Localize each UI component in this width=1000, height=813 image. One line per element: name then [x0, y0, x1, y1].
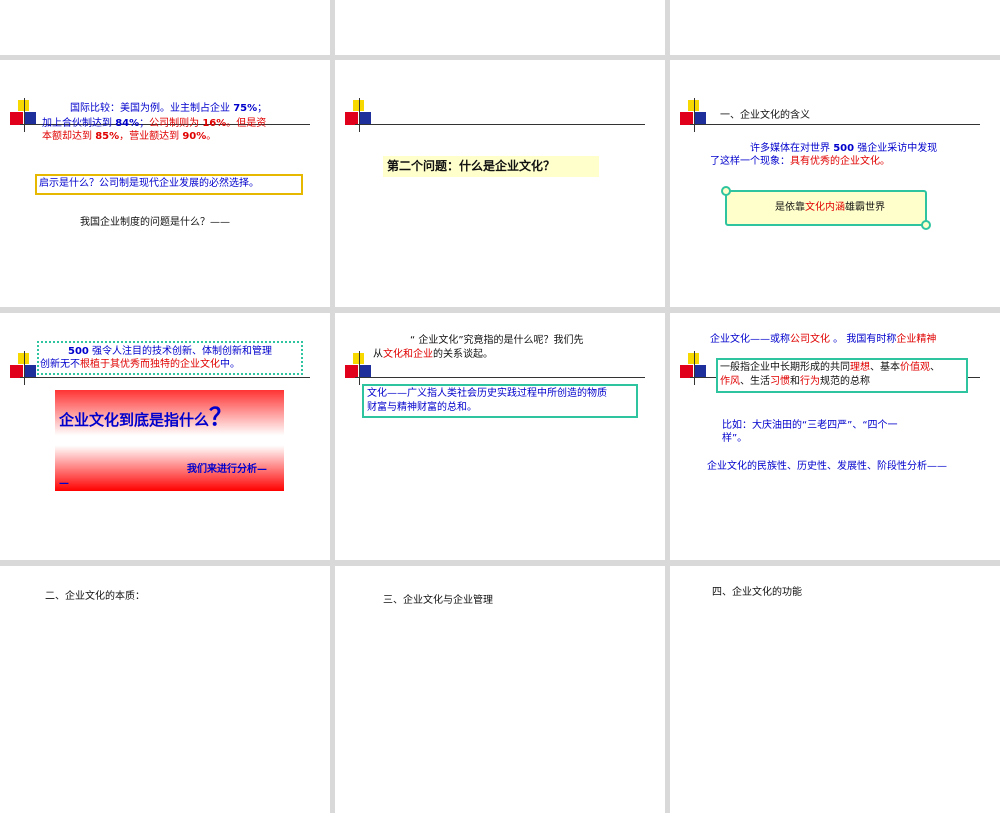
text: 是依靠 — [775, 202, 805, 213]
text: 许多媒体在对世界 — [750, 143, 834, 154]
definition-box: 文化——广义指人类社会历史实践过程中所创造的物质 财富与精神财富的总和。 — [362, 384, 638, 418]
slide-title: 第二个问题：什么是企业文化？ — [387, 159, 556, 173]
slide-title: 二、企业文化的本质： — [45, 591, 145, 602]
question-mark: ？ — [209, 403, 234, 431]
text: 行为 — [800, 376, 820, 387]
text: 规范的总称 — [820, 376, 870, 387]
percent: 16% — [202, 118, 227, 129]
slide-title: 三、企业文化与企业管理 — [383, 595, 493, 606]
text: 企业文化到底是指什么 — [59, 411, 210, 429]
text: ； — [139, 118, 150, 129]
text: 、基本 — [870, 362, 900, 373]
percent: 90% — [182, 131, 207, 142]
text: 。 — [206, 131, 217, 142]
text: 习惯 — [770, 376, 790, 387]
percent: 75% — [233, 103, 258, 114]
percent: 84% — [115, 118, 140, 129]
definition-line-2: 作风、生活习惯和行为规范的总称 — [720, 375, 870, 389]
slide-2[interactable] — [335, 0, 665, 55]
text: 本额却达到 — [42, 131, 96, 142]
text: ； — [257, 103, 268, 114]
example-line-1: 比如：大庆油田的“三老四严”、“四个一 — [722, 420, 898, 431]
divider — [355, 377, 645, 378]
text: 具有优秀的企业文化。 — [790, 156, 890, 167]
slide-1[interactable] — [0, 0, 330, 55]
number: 500 — [68, 346, 89, 357]
text: 企业精神 — [896, 334, 937, 345]
text: 作风 — [720, 376, 740, 387]
text: 理想 — [850, 362, 870, 373]
comparison-line-1: 国际比较：美国为例。业主制占企业 75%； — [70, 102, 267, 116]
text: 中。 — [220, 359, 240, 370]
definition-box: 一般指企业中长期形成的共同理想、基本价值观、 作风、生活习惯和行为规范的总称 — [716, 358, 968, 393]
slide-8[interactable]: “ 企业文化”究竟指的是什么呢？我们先 从文化和企业的关系谈起。 文化——广义指… — [335, 313, 665, 560]
text: 价值观 — [900, 362, 930, 373]
media-line-2: 了这样一个现象：具有优秀的企业文化。 — [710, 155, 890, 169]
text: 强令人注目的技术创新、体制创新和管理 — [88, 346, 273, 357]
slide-9[interactable]: 企业文化——或称公司文化 。 我国有时称企业精神 一般指企业中长期形成的共同理想… — [670, 313, 1000, 560]
analysis-text: 我们来进行分析— — [187, 464, 267, 475]
big-question: 企业文化到底是指什么？ — [59, 405, 233, 429]
slide-4[interactable]: 国际比较：美国为例。业主制占企业 75%； 加上合伙制达到 84%；公司制则为 … — [0, 60, 330, 307]
definition-line-1: 一般指企业中长期形成的共同理想、基本价值观、 — [720, 361, 940, 375]
text: 企业文化——或称 — [710, 334, 790, 345]
definition-line-1: 文化——广义指人类社会历史实践过程中所创造的物质 — [367, 388, 607, 399]
text: 根植于其优秀而独特的企业文化 — [80, 359, 220, 370]
slide-12[interactable]: 四、企业文化的功能 — [670, 566, 1000, 813]
question-text: 我国企业制度的问题是什么？—— — [80, 217, 230, 228]
scroll-banner: 是依靠文化内涵雄霸世界 — [721, 186, 931, 230]
text: 、生活 — [740, 376, 770, 387]
innovation-line-1: 500 强令人注目的技术创新、体制创新和管理 — [68, 345, 272, 359]
comparison-line-2: 加上合伙制达到 84%；公司制则为 16%。但是资 — [42, 117, 266, 131]
analysis-line: 企业文化的民族性、历史性、发展性、阶段性分析—— — [707, 461, 947, 472]
text: 强企业采访中发现 — [854, 143, 938, 154]
insight-box: 启示是什么？公司制是现代企业发展的必然选择。 — [35, 174, 303, 195]
slide-3[interactable] — [670, 0, 1000, 55]
analysis-text-cont: — — [59, 478, 69, 489]
text: 公司文化 — [790, 334, 830, 345]
slide-decoration-icon — [343, 98, 388, 134]
slide-7[interactable]: 500 强令人注目的技术创新、体制创新和管理 创新无不根植于其优秀而独特的企业文… — [0, 313, 330, 560]
text: 和 — [790, 376, 800, 387]
text: 一般指企业中长期形成的共同 — [720, 362, 850, 373]
text: 文化和企业 — [383, 349, 433, 360]
media-line-1: 许多媒体在对世界 500 强企业采访中发现 — [750, 142, 937, 156]
number: 500 — [833, 143, 855, 154]
slide-11[interactable]: 三、企业文化与企业管理 — [335, 566, 665, 813]
intro-line-2: 从文化和企业的关系谈起。 — [373, 348, 493, 362]
text: 从 — [373, 349, 383, 360]
slide-6[interactable]: 一、企业文化的含义 许多媒体在对世界 500 强企业采访中发现 了这样一个现象：… — [670, 60, 1000, 307]
text: 公司制则为 — [149, 118, 203, 129]
text: 文化内涵 — [805, 202, 845, 213]
percent: 85% — [95, 131, 120, 142]
slide-title: 四、企业文化的功能 — [712, 587, 802, 598]
comparison-line-3: 本额却达到 85%，营业额达到 90%。 — [42, 130, 216, 144]
example-line-2: 样”。 — [722, 433, 748, 444]
divider — [690, 124, 980, 125]
insight-text: 启示是什么？公司制是现代企业发展的必然选择。 — [39, 178, 259, 189]
text: 创新无不 — [40, 359, 80, 370]
slide-decoration-icon — [678, 98, 723, 134]
divider — [20, 377, 310, 378]
intro-line-1: “ 企业文化”究竟指的是什么呢？我们先 — [410, 335, 584, 346]
text: 、 — [930, 362, 940, 373]
text: 。 我国有时称 — [830, 334, 897, 345]
text: 加上合伙制达到 — [42, 118, 116, 129]
slide-5[interactable]: 第二个问题：什么是企业文化？ — [335, 60, 665, 307]
section-heading: 一、企业文化的含义 — [720, 110, 810, 121]
culture-line: 企业文化——或称公司文化 。 我国有时称企业精神 — [710, 333, 936, 347]
text: 。但是资 — [226, 118, 267, 129]
text: 的关系谈起。 — [433, 349, 493, 360]
divider — [355, 124, 645, 125]
banner-text: 是依靠文化内涵雄霸世界 — [775, 201, 885, 215]
innovation-line-2: 创新无不根植于其优秀而独特的企业文化中。 — [40, 358, 240, 372]
question-banner: 企业文化到底是指什么？ 我们来进行分析— — — [55, 390, 284, 491]
title-box: 第二个问题：什么是企业文化？ — [383, 156, 599, 177]
text: 了这样一个现象： — [710, 156, 790, 167]
slide-10[interactable]: 二、企业文化的本质： — [0, 566, 330, 813]
text: 雄霸世界 — [845, 202, 885, 213]
definition-line-2: 财富与精神财富的总和。 — [367, 402, 477, 413]
text: ，营业额达到 — [119, 131, 183, 142]
text: 国际比较：美国为例。业主制占企业 — [70, 103, 234, 114]
